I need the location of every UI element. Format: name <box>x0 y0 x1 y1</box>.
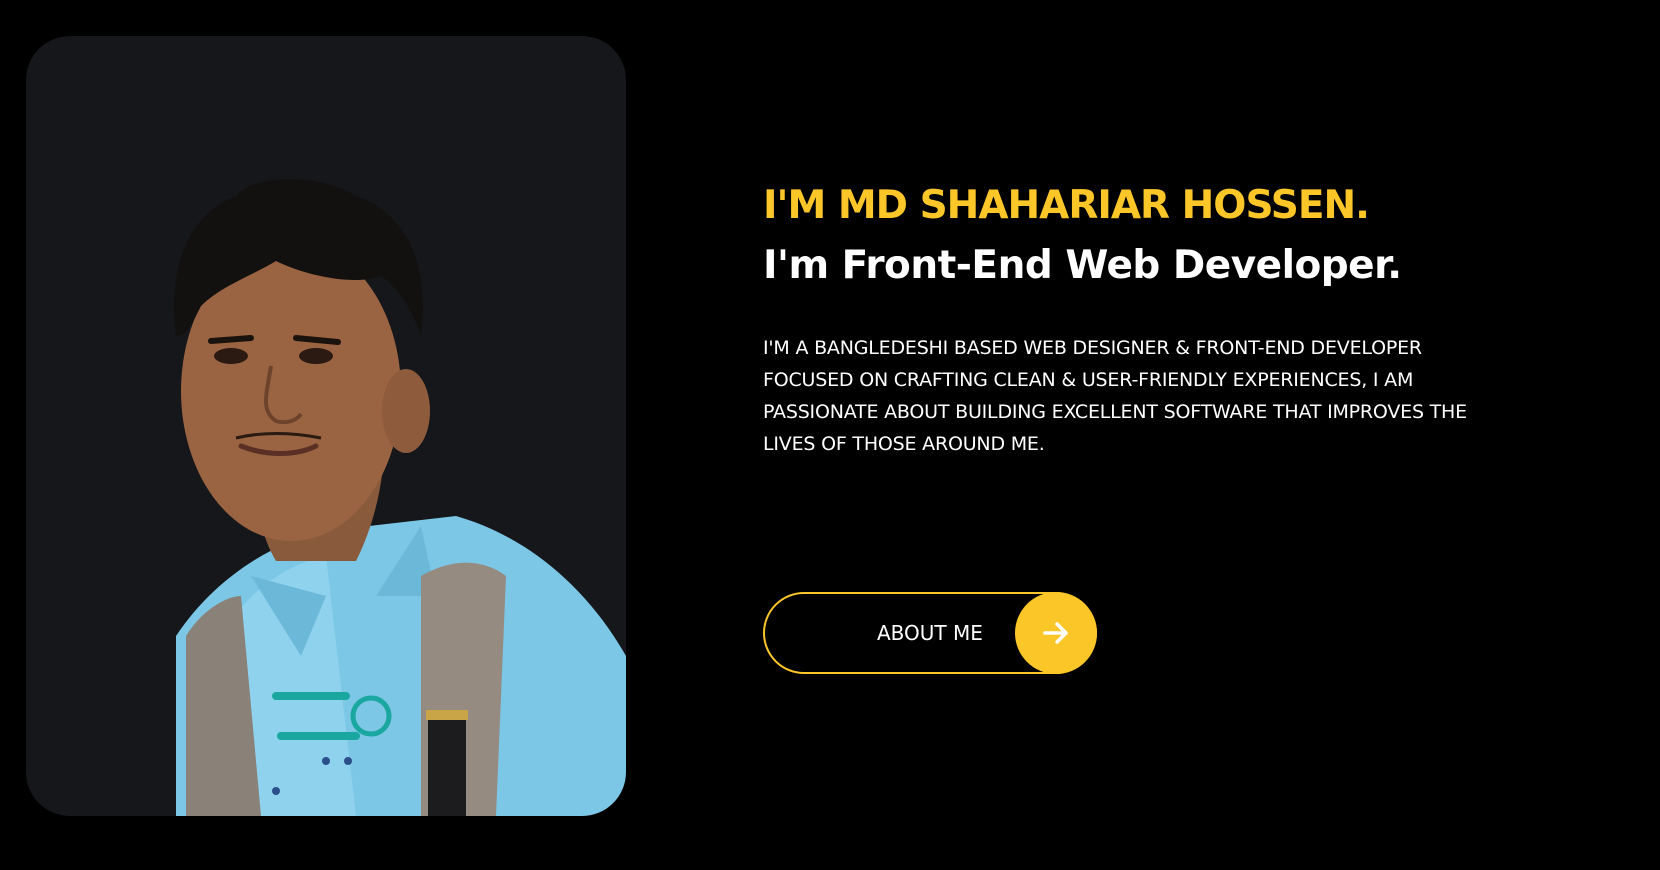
profile-photo <box>174 179 626 816</box>
hero-section: I'M MD SHAHARIAR HOSSEN. I'm Front-End W… <box>0 0 1660 870</box>
about-me-button[interactable]: ABOUT ME <box>763 592 1097 674</box>
profile-photo-card <box>26 36 626 816</box>
intro-text: I'M A BANGLEDESHI BASED WEB DESIGNER & F… <box>763 337 1467 455</box>
name-heading: I'M MD SHAHARIAR HOSSEN. <box>763 183 1370 228</box>
about-me-button-label: ABOUT ME <box>877 621 983 645</box>
arrow-circle <box>1015 592 1097 674</box>
hero-content: I'M MD SHAHARIAR HOSSEN. I'm Front-End W… <box>763 180 1523 460</box>
arrow-right-icon <box>1043 622 1068 644</box>
role-heading: I'm Front-End Web Developer. <box>763 243 1402 288</box>
